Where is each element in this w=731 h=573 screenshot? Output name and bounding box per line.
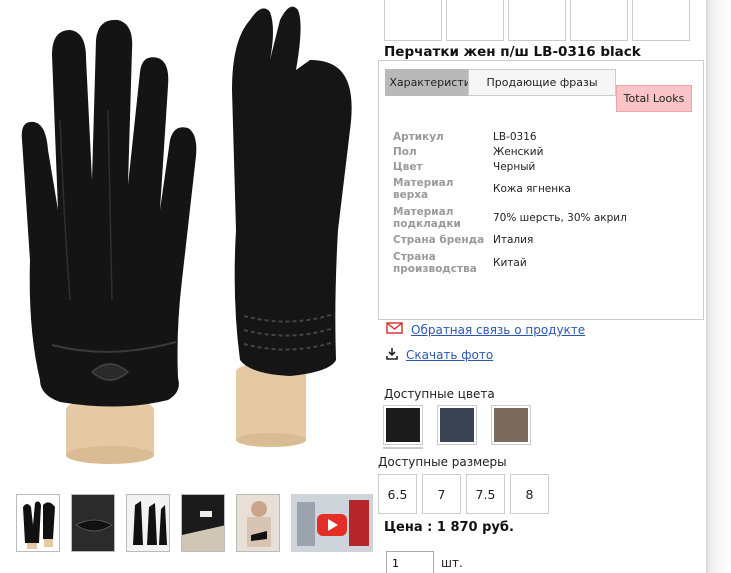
spec-label: Артикул <box>393 130 444 143</box>
thumbnail-4[interactable] <box>181 494 225 552</box>
size-option[interactable]: 8 <box>510 474 549 514</box>
spec-value: Женский <box>493 145 544 158</box>
spec-value: LB-0316 <box>493 130 537 143</box>
spec-row-gender: Пол Женский <box>393 144 627 159</box>
download-icon <box>386 347 398 363</box>
variant-box-2[interactable] <box>446 0 504 41</box>
spec-value: Италия <box>493 234 534 246</box>
spec-row-production-country: Страна производства Китай <box>393 249 627 277</box>
main-product-image[interactable] <box>0 0 374 480</box>
thumbnail-5[interactable] <box>236 494 280 552</box>
quantity-input[interactable] <box>386 551 434 573</box>
spec-value: Черный <box>493 160 536 173</box>
thumbnail-strip <box>16 494 373 552</box>
page-edge-shadow <box>706 0 731 573</box>
product-title: Перчатки жен п/ш LB-0316 black <box>384 44 641 60</box>
spec-row-brand-country: Страна бренда Италия <box>393 231 627 249</box>
spec-label: Цвет <box>393 160 423 173</box>
selected-color-indicator <box>383 447 423 449</box>
spec-label: Пол <box>393 145 417 158</box>
size-options: 6.5 7 7.5 8 <box>378 474 549 514</box>
spec-value: Кожа ягненка <box>493 183 571 195</box>
spec-label: Материал подкладки <box>393 205 461 230</box>
variant-box-4[interactable] <box>570 0 628 41</box>
thumbnail-1[interactable] <box>16 494 60 552</box>
spec-label: Страна производства <box>393 251 477 275</box>
download-photo-link[interactable]: Скачать фото <box>406 348 493 362</box>
product-price: Цена : 1 870 руб. <box>384 520 514 535</box>
size-option[interactable]: 7 <box>422 474 461 514</box>
spec-row-color: Цвет Черный <box>393 159 627 174</box>
tab-total-looks[interactable]: Total Looks <box>616 85 692 112</box>
color-swatches <box>383 405 531 445</box>
color-swatch-black[interactable] <box>383 405 423 445</box>
feedback-link[interactable]: Обратная связь о продукте <box>411 323 585 337</box>
specs-table: Артикул LB-0316 Пол Женский Цвет Черный … <box>393 129 627 277</box>
variant-box-5[interactable] <box>632 0 690 41</box>
feedback-row: Обратная связь о продукте <box>386 322 585 337</box>
spec-row-lining-material: Материал подкладки 70% шерсть, 30% акрил <box>393 204 627 231</box>
size-option[interactable]: 7.5 <box>466 474 505 514</box>
thumbnail-video[interactable] <box>291 494 373 552</box>
spec-value: 70% шерсть, 30% акрил <box>493 211 627 224</box>
spec-row-article: Артикул LB-0316 <box>393 129 627 144</box>
thumbnail-2[interactable] <box>71 494 115 552</box>
thumbnail-3[interactable] <box>126 494 170 552</box>
tab-selling-phrases[interactable]: Продающие фразы <box>468 69 616 96</box>
available-sizes-label: Доступные размеры <box>378 455 507 469</box>
spec-row-outer-material: Материал верха Кожа ягненка <box>393 174 627 204</box>
variant-box-3[interactable] <box>508 0 566 41</box>
size-option[interactable]: 6.5 <box>378 474 417 514</box>
download-row: Скачать фото <box>386 347 493 363</box>
product-info-panel: Характеристики Продающие фразы Total Loo… <box>378 60 704 320</box>
variant-box-1[interactable] <box>384 0 442 41</box>
color-swatch-navy[interactable] <box>437 405 477 445</box>
spec-label: Материал верха <box>393 177 454 201</box>
envelope-icon <box>386 322 403 337</box>
spec-value: Китай <box>493 257 527 269</box>
spec-label: Страна бренда <box>393 234 485 246</box>
image-variant-boxes <box>384 0 690 41</box>
quantity-unit: шт. <box>441 556 463 570</box>
available-colors-label: Доступные цвета <box>384 387 495 401</box>
color-swatch-taupe[interactable] <box>491 405 531 445</box>
